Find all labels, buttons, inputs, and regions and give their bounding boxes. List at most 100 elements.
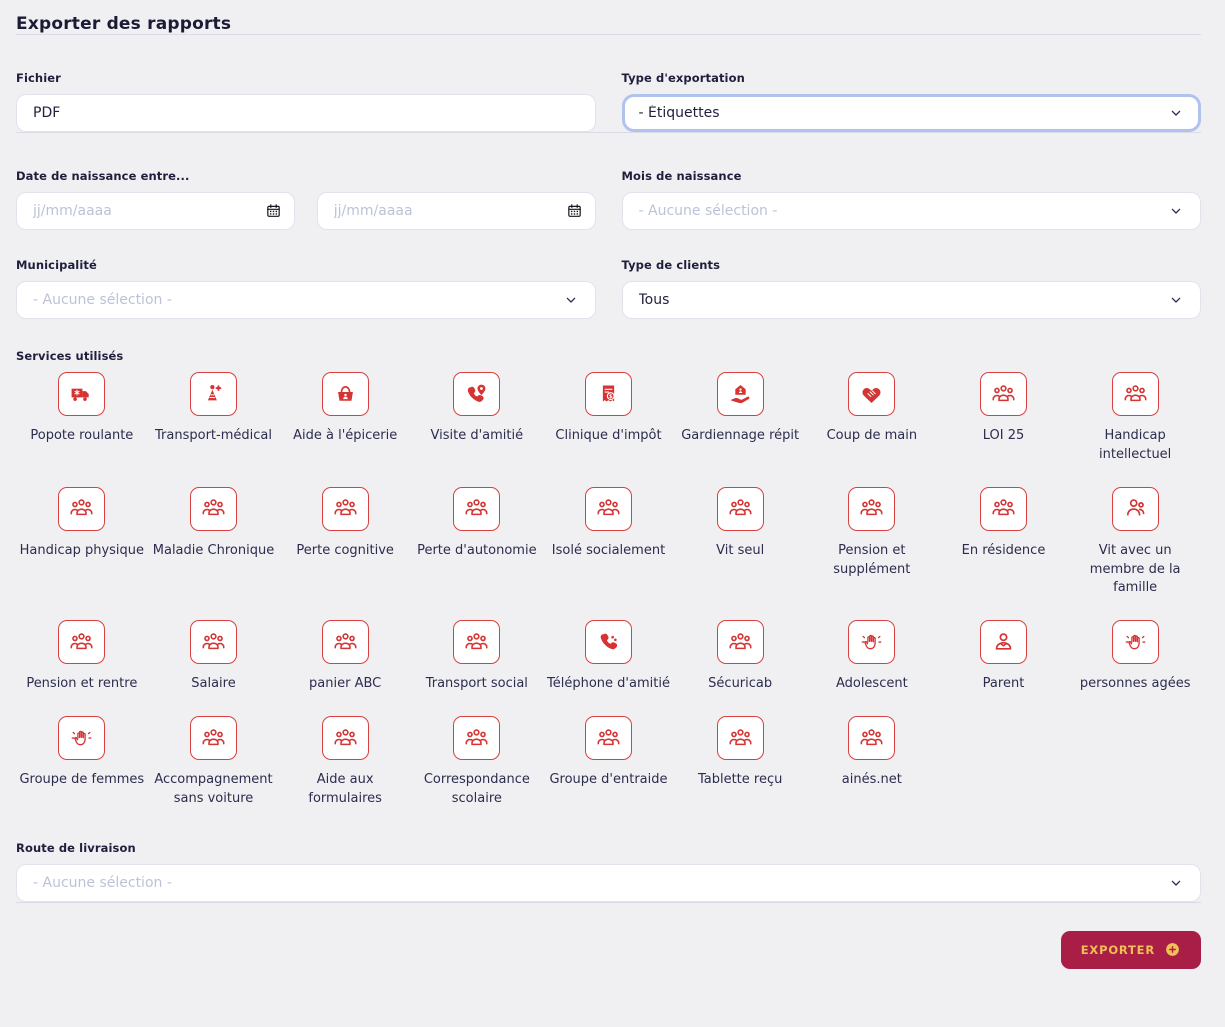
service-item[interactable]: Parent — [938, 620, 1070, 694]
service-item[interactable]: Aide à l'épicerie — [279, 372, 411, 465]
service-item[interactable]: Vit seul — [674, 486, 806, 599]
service-label: En résidence — [961, 542, 1046, 558]
service-item[interactable]: Perte d'autonomie — [411, 486, 543, 599]
service-item[interactable]: En résidence — [938, 486, 1070, 599]
date-end-wrap — [316, 192, 596, 230]
service-item[interactable]: personnes agées — [1069, 620, 1201, 694]
service-label: Isolé socialement — [551, 542, 666, 558]
service-item[interactable]: Pension et supplément — [806, 486, 938, 599]
service-label: Transport-médical — [155, 428, 272, 443]
field-date-naissance: Date de naissance entre... — [16, 169, 596, 230]
file-export-row: Fichier Type d'exportation - Étiquettes — [16, 71, 1201, 132]
fichier-input[interactable] — [16, 94, 596, 132]
service-item[interactable]: Tablette reçu — [674, 716, 806, 809]
service-label: Adolescent — [835, 676, 908, 692]
service-item[interactable]: Groupe d'entraide — [543, 716, 675, 809]
service-label: Coup de main — [826, 428, 918, 443]
route-livraison-select[interactable]: - Aucune sélection - — [16, 863, 1201, 902]
municipality-row: Municipalité - Aucune sélection - Type d… — [16, 258, 1201, 319]
service-label: Visite d'amitié — [430, 428, 524, 443]
service-item[interactable]: Coup de main — [806, 372, 938, 465]
service-label: Accompagnement sans voiture — [154, 772, 273, 806]
divider — [16, 34, 1201, 35]
service-item[interactable]: Téléphone d'amitié — [543, 620, 675, 694]
route-livraison-label: Route de livraison — [16, 840, 136, 855]
people-group-icon — [453, 620, 501, 665]
mois-naissance-value: - Aucune sélection - — [638, 203, 778, 219]
people-group-icon — [189, 620, 237, 665]
export-button[interactable]: EXPORTER — [1060, 930, 1201, 969]
date-end-input[interactable] — [316, 192, 596, 230]
service-item[interactable]: Accompagnement sans voiture — [148, 716, 280, 809]
services-label: Services utilisés — [16, 349, 124, 363]
people-group-icon — [189, 716, 237, 761]
service-item[interactable]: Maladie Chronique — [148, 486, 280, 599]
service-item[interactable]: Salaire — [148, 620, 280, 694]
municipalite-label: Municipalité — [16, 258, 97, 272]
field-municipalite: Municipalité - Aucune sélection - — [16, 258, 596, 319]
service-item[interactable]: LOI 25 — [938, 372, 1070, 465]
service-item[interactable]: Transport social — [411, 620, 543, 694]
date-start-input[interactable] — [16, 192, 295, 230]
field-type-exportation: Type d'exportation - Étiquettes — [621, 71, 1201, 132]
people-group-icon — [979, 372, 1027, 416]
service-label: Pension et rentre — [26, 676, 138, 692]
service-item[interactable]: Groupe de femmes — [16, 716, 148, 809]
chevron-down-icon — [1168, 203, 1184, 219]
services-grid: Popote roulante Transport-médical Aide à l… — [16, 372, 1201, 809]
service-item[interactable]: Visite d'amitié — [411, 372, 543, 465]
type-exportation-select[interactable]: - Étiquettes — [621, 94, 1201, 132]
service-item[interactable]: Sécuricab — [674, 620, 806, 694]
service-label: Handicap physique — [19, 542, 145, 558]
service-item[interactable]: Gardiennage répit — [674, 372, 806, 465]
field-fichier: Fichier — [16, 71, 596, 132]
medical-person-icon — [189, 372, 237, 416]
service-item[interactable]: Handicap physique — [16, 486, 148, 599]
service-label: Aide aux formulaires — [308, 772, 382, 806]
people-group-icon — [716, 620, 764, 665]
people-group-icon — [189, 486, 237, 531]
chevron-down-icon — [1168, 105, 1184, 121]
service-label: Perte d'autonomie — [417, 542, 537, 558]
service-item[interactable]: panier ABC — [279, 620, 411, 694]
field-route-livraison: Route de livraison - Aucune sélection - — [16, 841, 1201, 902]
export-reports-page: Exporter des rapports Fichier Type d'exp… — [0, 0, 1225, 989]
service-item[interactable]: Clinique d'impôt — [543, 372, 675, 465]
service-item[interactable]: Pension et rentre — [16, 620, 148, 694]
service-item[interactable]: Popote roulante — [16, 372, 148, 465]
service-label: Téléphone d'amitié — [547, 676, 670, 692]
type-clients-select[interactable]: Tous — [621, 281, 1201, 319]
chevron-down-icon — [563, 292, 579, 308]
service-item[interactable]: Adolescent — [806, 620, 938, 694]
service-label: personnes agées — [1079, 676, 1191, 692]
service-label: Gardiennage répit — [681, 428, 800, 443]
phone-solid-icon — [584, 620, 632, 665]
service-item[interactable]: Vit avec un membre de la famille — [1069, 486, 1201, 599]
municipalite-select[interactable]: - Aucune sélection - — [16, 281, 596, 319]
service-item[interactable]: Aide aux formulaires — [279, 716, 411, 809]
service-label: panier ABC — [309, 676, 382, 692]
person-icon — [979, 620, 1027, 665]
people-group-icon — [453, 486, 501, 531]
raised-hand-icon — [848, 620, 896, 665]
service-item[interactable]: ainés.net — [806, 716, 938, 809]
service-item[interactable]: Perte cognitive — [279, 486, 411, 599]
heart-handshake-icon — [848, 372, 896, 416]
people-group-icon — [453, 716, 501, 761]
type-exportation-label: Type d'exportation — [621, 71, 745, 85]
service-item[interactable]: Correspondance scolaire — [411, 716, 543, 809]
people-group-icon — [58, 620, 106, 665]
service-label: Vit seul — [716, 542, 765, 558]
people-group-icon — [716, 486, 764, 531]
mois-naissance-select[interactable]: - Aucune sélection - — [621, 192, 1201, 230]
service-item[interactable]: Transport-médical — [148, 372, 280, 465]
service-label: Salaire — [191, 676, 236, 692]
plus-circle-icon — [1164, 941, 1181, 958]
field-mois-naissance: Mois de naissance - Aucune sélection - — [621, 169, 1201, 230]
footer: EXPORTER — [16, 930, 1201, 969]
raised-hand-icon — [58, 716, 106, 761]
service-item[interactable]: Handicap intellectuel — [1069, 372, 1201, 465]
municipalite-value: - Aucune sélection - — [33, 292, 172, 308]
service-label: Sécuricab — [708, 676, 773, 692]
service-item[interactable]: Isolé socialement — [543, 486, 675, 599]
